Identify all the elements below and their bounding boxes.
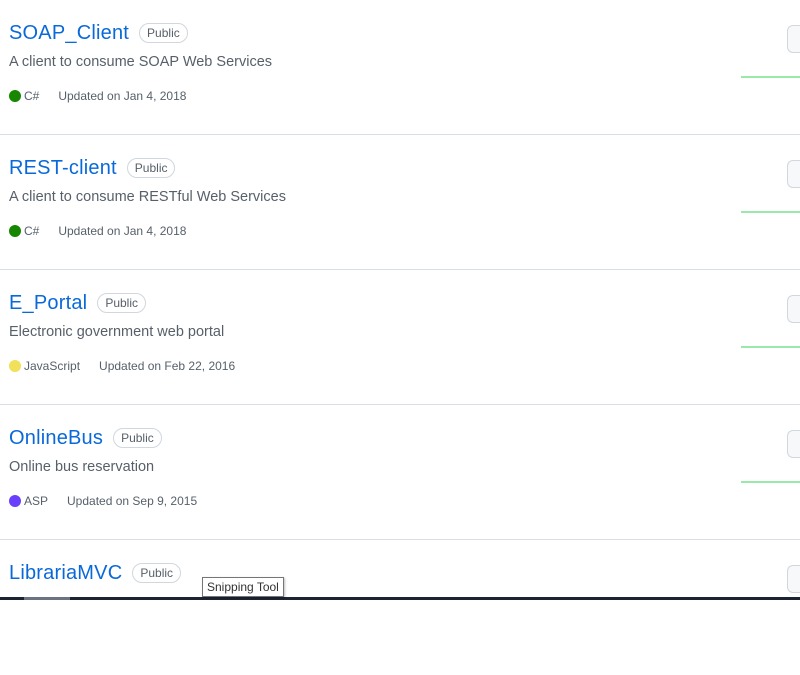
updated-label: Updated on Feb 22, 2016 [99, 359, 236, 373]
visibility-badge: Public [97, 293, 146, 313]
language-label: C# [24, 89, 40, 103]
repo-title-row: E_Portal Public [9, 290, 146, 316]
repo-language: JavaScript [9, 359, 80, 373]
visibility-badge: Public [126, 158, 176, 178]
star-button[interactable] [787, 565, 800, 593]
snipping-tool-tooltip: Snipping Tool [202, 577, 284, 597]
language-label: JavaScript [24, 359, 81, 373]
repo-item: REST-client Public A client to consume R… [0, 135, 800, 270]
repo-name-link[interactable]: OnlineBus [9, 425, 103, 451]
repo-meta: C# Updated on Jan 4, 2018 [9, 89, 186, 103]
repo-language: C# [9, 224, 39, 238]
language-color-dot [9, 225, 21, 237]
repo-description: Online bus reservation [9, 459, 155, 475]
repo-description: A client to consume RESTful Web Services [9, 189, 286, 205]
star-button[interactable] [787, 160, 800, 188]
repo-title-row: SOAP_Client Public [9, 20, 188, 46]
repo-item: LibrariaMVC Public [0, 540, 800, 675]
repo-name-link[interactable]: E_Portal [9, 290, 87, 316]
repo-meta: JavaScript Updated on Feb 22, 2016 [9, 359, 235, 373]
repo-item: E_Portal Public Electronic government we… [0, 270, 800, 405]
visibility-badge: Public [113, 428, 162, 448]
activity-sparkline [741, 346, 800, 348]
repo-meta: C# Updated on Jan 4, 2018 [9, 224, 186, 238]
repo-language: C# [9, 89, 39, 103]
language-color-dot [9, 90, 21, 102]
activity-sparkline [741, 76, 800, 78]
activity-sparkline [741, 481, 800, 483]
repository-list: SOAP_Client Public A client to consume S… [0, 0, 800, 675]
repo-title-row: LibrariaMVC Public [9, 560, 182, 586]
activity-sparkline [741, 211, 800, 213]
updated-label: Updated on Jan 4, 2018 [58, 224, 187, 238]
language-label: C# [24, 224, 40, 238]
repo-title-row: OnlineBus Public [9, 425, 162, 451]
repo-title-row: REST-client Public [9, 155, 176, 181]
repo-meta: ASP Updated on Sep 9, 2015 [9, 494, 197, 508]
repo-language: ASP [9, 494, 48, 508]
repo-name-link[interactable]: SOAP_Client [9, 20, 129, 46]
language-label: ASP [24, 494, 49, 508]
repo-name-link[interactable]: REST-client [9, 155, 117, 181]
language-color-dot [9, 360, 21, 372]
repo-name-link[interactable]: LibrariaMVC [9, 560, 122, 586]
updated-label: Updated on Jan 4, 2018 [58, 89, 187, 103]
language-color-dot [9, 495, 21, 507]
visibility-badge: Public [139, 23, 188, 43]
star-button[interactable] [787, 295, 800, 323]
star-button[interactable] [787, 25, 800, 53]
repo-item: OnlineBus Public Online bus reservation … [0, 405, 800, 540]
star-button[interactable] [787, 430, 800, 458]
repo-description: Electronic government web portal [9, 324, 225, 340]
updated-label: Updated on Sep 9, 2015 [67, 494, 198, 508]
repo-description: A client to consume SOAP Web Services [9, 54, 273, 70]
repo-item: SOAP_Client Public A client to consume S… [0, 0, 800, 135]
visibility-badge: Public [132, 563, 182, 583]
